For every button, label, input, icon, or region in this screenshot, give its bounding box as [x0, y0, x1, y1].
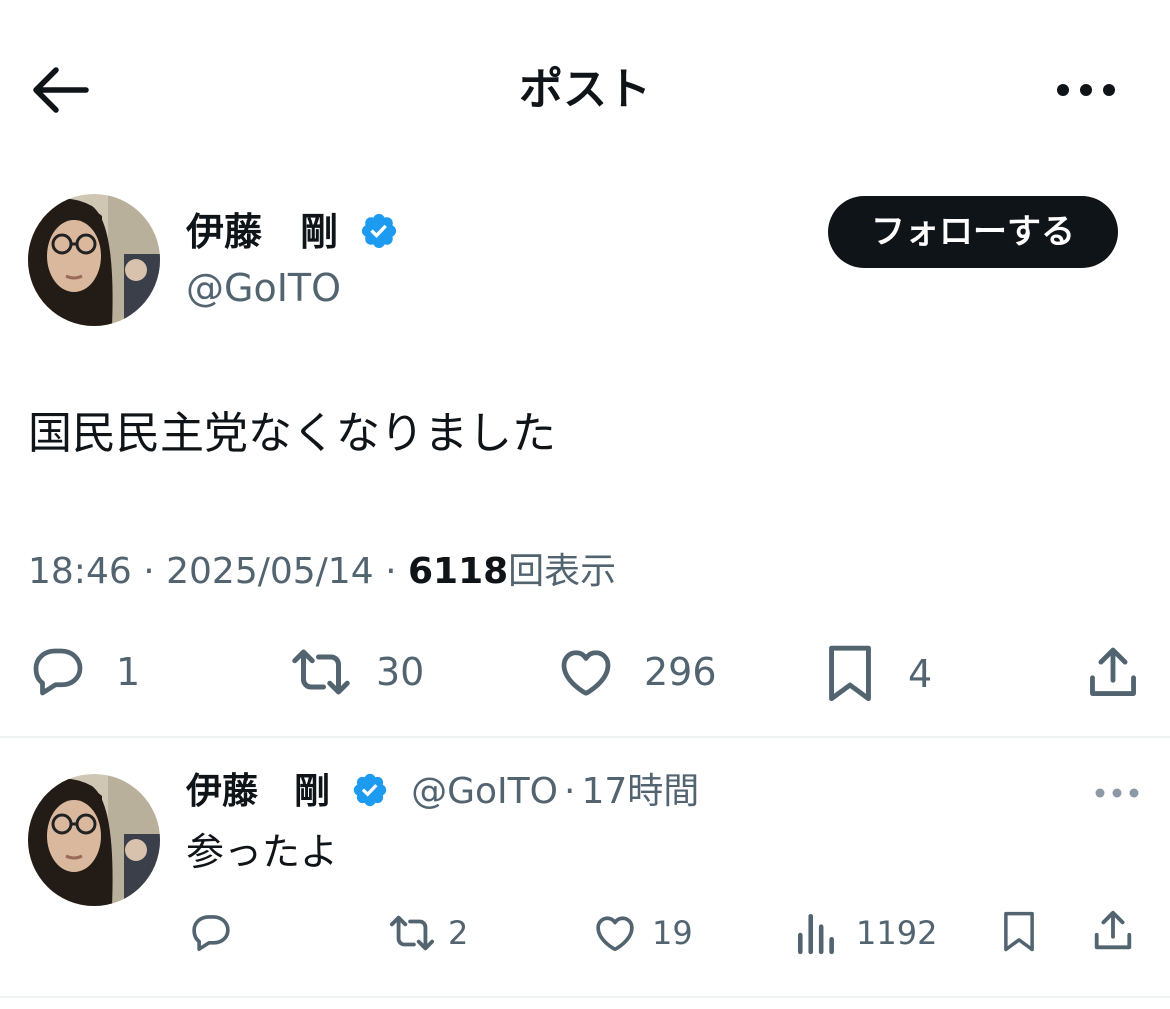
like-count: 296	[644, 650, 717, 694]
post-meta: 18:46 · 2025/05/14 · 6118回表示	[28, 546, 616, 598]
reply-like-button[interactable]: 19	[592, 910, 693, 956]
reply-views-button[interactable]: 1192	[796, 910, 937, 956]
bookmark-icon	[1004, 911, 1034, 952]
repost-count: 30	[376, 650, 425, 694]
share-button[interactable]	[1084, 644, 1142, 706]
avatar[interactable]	[28, 194, 160, 326]
reply-repost-button[interactable]: 2	[386, 910, 468, 956]
view-count: 6118	[407, 551, 509, 592]
bookmark-icon	[829, 645, 871, 702]
reply-like-count: 19	[652, 914, 693, 952]
post-time[interactable]: 18:46	[28, 551, 132, 592]
reply-icon	[192, 915, 230, 951]
bookmark-count: 4	[908, 652, 933, 696]
reply-age: 17時間	[581, 771, 700, 812]
reply-view-count: 1192	[856, 914, 938, 952]
divider	[0, 996, 1170, 998]
reply-reply-button[interactable]	[188, 910, 234, 960]
repost-icon	[292, 649, 350, 695]
reply-bookmark-button[interactable]	[998, 906, 1040, 962]
reply-author-name: 伊藤 剛	[186, 771, 331, 812]
reply-avatar[interactable]	[28, 774, 160, 906]
meta-separator: ·	[563, 771, 576, 812]
analytics-icon	[797, 913, 834, 955]
reply-text: 参ったよ	[186, 830, 339, 874]
reply-icon	[33, 648, 83, 696]
verified-badge-icon	[353, 773, 386, 807]
reply-more-button[interactable]	[1094, 784, 1140, 806]
reply-share-button[interactable]	[1090, 908, 1136, 958]
reply-header[interactable]: 伊藤 剛 @GoITO · 17時間	[186, 768, 699, 816]
heart-icon	[561, 650, 611, 696]
share-icon	[1090, 647, 1136, 696]
page-title: ポスト	[519, 64, 651, 115]
post-text: 国民民主党なくなりました	[28, 408, 556, 459]
bookmark-button[interactable]: 4	[820, 642, 932, 706]
reply-handle: @GoITO	[411, 771, 558, 812]
reply-button[interactable]: 1	[28, 642, 140, 702]
repost-icon	[389, 915, 435, 951]
meta-separator: ·	[143, 551, 155, 592]
reply-count: 1	[116, 650, 141, 694]
repost-button[interactable]: 30	[288, 642, 424, 702]
verified-badge-icon	[362, 213, 397, 249]
author-handle[interactable]: @GoITO	[186, 264, 341, 312]
share-icon	[1094, 910, 1132, 950]
author-name: 伊藤 剛	[186, 210, 339, 254]
avatar-image	[28, 774, 160, 906]
view-count-label: 回表示	[508, 551, 617, 592]
follow-button[interactable]: フォローする	[828, 196, 1118, 268]
like-button[interactable]: 296	[556, 642, 717, 702]
more-options-button[interactable]	[1054, 78, 1118, 102]
avatar-image	[28, 194, 160, 326]
post-date[interactable]: 2025/05/14	[166, 551, 374, 592]
reply-repost-count: 2	[448, 914, 469, 952]
more-horizontal-icon	[1095, 788, 1139, 798]
meta-separator: ·	[385, 551, 397, 592]
divider	[0, 736, 1170, 738]
more-horizontal-icon	[1057, 84, 1115, 96]
author-name-row[interactable]: 伊藤 剛	[186, 208, 399, 256]
heart-icon	[596, 916, 634, 952]
